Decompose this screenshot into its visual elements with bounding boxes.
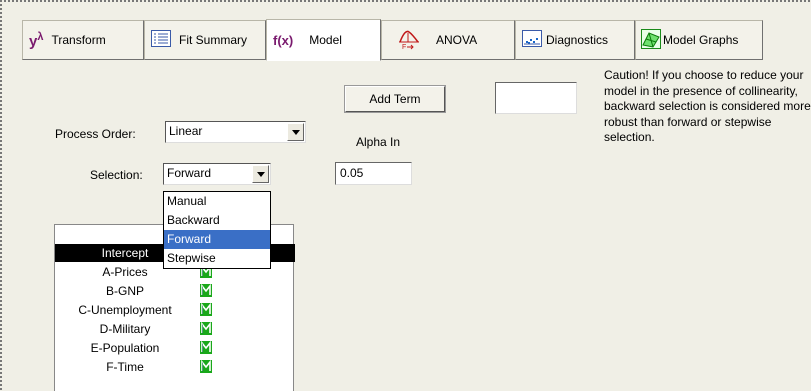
list-item[interactable]: B-GNP [55, 282, 295, 300]
selection-option-stepwise[interactable]: Stepwise [164, 249, 270, 268]
y-lambda-icon: yλ [29, 30, 44, 50]
process-order-value: Linear [169, 124, 203, 138]
model-term-icon[interactable] [200, 340, 212, 354]
frame-border-top [0, 0, 811, 2]
chevron-down-icon[interactable] [287, 123, 304, 141]
tab-anova-label: ANOVA [436, 33, 478, 47]
tab-anova[interactable]: F ANOVA [381, 20, 515, 60]
selection-option-forward[interactable]: Forward [164, 230, 270, 249]
selection-value: Forward [167, 166, 212, 180]
list-item[interactable]: C-Unemployment [55, 301, 295, 319]
model-term-icon[interactable] [200, 359, 212, 373]
tab-model-label: Model [309, 33, 342, 47]
tab-diagnostics-label: Diagnostics [546, 33, 609, 47]
fx-icon: f(x) [273, 32, 294, 48]
tab-transform-label: Transform [51, 33, 106, 47]
tab-fit-summary-label: Fit Summary [179, 33, 248, 47]
alpha-in-input[interactable]: 0.05 [335, 162, 412, 185]
model-term-icon[interactable] [200, 321, 212, 335]
frame-border-left [0, 0, 2, 391]
scatter-icon [522, 30, 542, 50]
add-term-button[interactable]: Add Term [344, 85, 446, 113]
term-name: E-Population [90, 341, 160, 355]
selection-option-manual[interactable]: Manual [164, 192, 270, 211]
tab-transform[interactable]: yλ Transform [22, 20, 144, 60]
list-item[interactable]: E-Population [55, 339, 295, 357]
model-term-icon[interactable] [200, 283, 212, 297]
tab-model-graphs-label: Model Graphs [663, 33, 739, 47]
term-name: C-Unemployment [78, 303, 172, 317]
term-name: F-Time [106, 360, 144, 374]
process-order-label: Process Order: [55, 127, 136, 141]
add-term-input[interactable] [495, 82, 577, 114]
tab-model-graphs[interactable]: Model Graphs [635, 20, 763, 60]
model-term-icon[interactable] [200, 302, 212, 316]
alpha-in-label: Alpha In [356, 135, 401, 149]
f-distribution-icon: F [398, 28, 420, 53]
svg-text:F: F [402, 44, 406, 50]
list-item[interactable]: D-Military [55, 320, 295, 338]
selection-label: Selection: [90, 168, 143, 182]
selection-option-backward[interactable]: Backward [164, 211, 270, 230]
selection-select[interactable]: Forward [163, 163, 271, 185]
tab-fit-summary[interactable]: Fit Summary [144, 20, 266, 60]
term-name: B-GNP [105, 284, 144, 298]
selection-dropdown-list[interactable]: Manual Backward Forward Stepwise [163, 191, 271, 269]
tab-model[interactable]: f(x) Model [266, 19, 381, 61]
process-order-select[interactable]: Linear [165, 121, 306, 143]
tab-diagnostics[interactable]: Diagnostics [515, 20, 635, 60]
list-item[interactable]: F-Time [55, 358, 295, 376]
surface-icon [641, 28, 661, 52]
caution-text: Caution! If you choose to reduce your mo… [604, 68, 811, 144]
term-name: D-Military [99, 322, 151, 336]
list-icon [151, 30, 171, 50]
chevron-down-icon[interactable] [252, 165, 269, 183]
